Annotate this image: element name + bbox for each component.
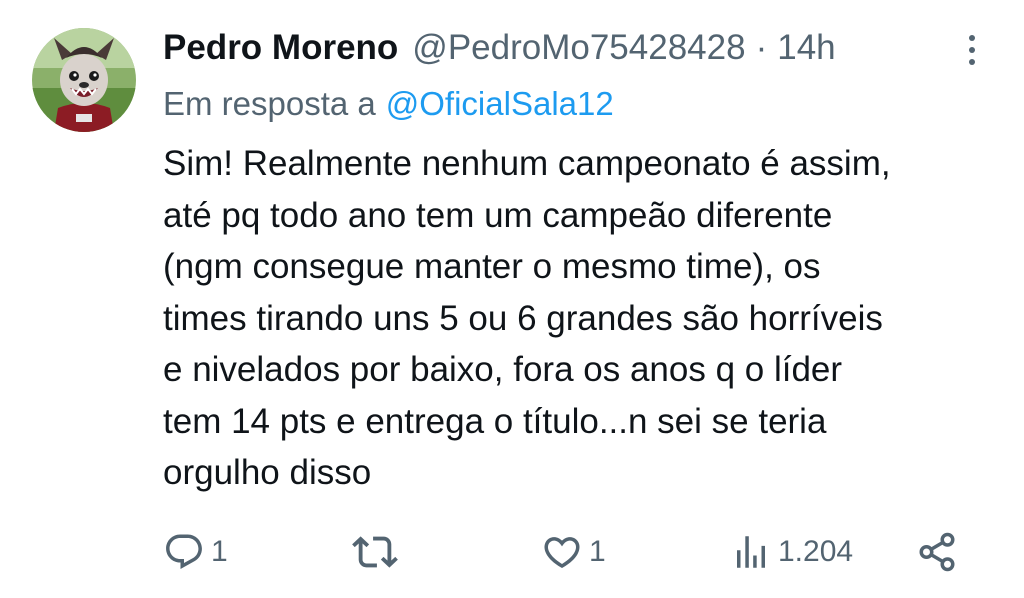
retweet-icon (352, 536, 398, 568)
views-count: 1.204 (778, 535, 854, 568)
timestamp[interactable]: 14h (777, 28, 835, 68)
action-bar: 1 1 1.204 (0, 522, 1024, 582)
tweet-header: Pedro Moreno @PedroMo75428428 · 14h (163, 20, 836, 76)
tweet-text-line: até pq todo ano tem um campeão diferente (163, 195, 833, 235)
tweet-text-line: (ngm consegue manter o mesmo time), os (163, 247, 821, 286)
retweet-button[interactable] (352, 522, 404, 582)
tweet-card[interactable]: Pedro Moreno @PedroMo75428428 · 14h Em r… (0, 0, 1024, 598)
more-options-button[interactable] (958, 30, 986, 70)
reply-icon (166, 534, 202, 569)
header-separator: · (755, 28, 768, 67)
tweet-text-line: Sim! Realmente nenhum campeonato é assim… (163, 144, 891, 183)
share-button[interactable] (916, 522, 958, 582)
like-count: 1 (589, 535, 606, 568)
more-vertical-icon (969, 35, 975, 65)
views-button[interactable]: 1.204 (730, 522, 853, 582)
tweet-text-line: e nivelados por baixo, fora os anos q o … (163, 350, 843, 389)
share-icon (919, 532, 955, 572)
avatar-mascot-icon (32, 28, 136, 132)
tweet-text-line: times tirando uns 5 ou 6 grandes são hor… (163, 298, 883, 338)
tweet-text: Sim! Realmente nenhum campeonato é assim… (163, 138, 1003, 499)
reply-mention-link[interactable]: @OficialSala12 (386, 85, 614, 123)
tweet-text-line: tem 14 pts e entrega o título...n sei se… (163, 401, 827, 441)
author-handle[interactable]: @PedroMo75428428 (412, 28, 745, 68)
reply-button[interactable]: 1 (163, 522, 228, 582)
heart-icon (544, 537, 580, 569)
views-chart-icon (737, 536, 765, 568)
author-name[interactable]: Pedro Moreno (163, 28, 398, 68)
reply-context: Em resposta a @OficialSala12 (163, 80, 614, 128)
tweet-text-line: orgulho disso (163, 453, 372, 492)
reply-prefix: Em resposta a (163, 85, 376, 122)
like-button[interactable]: 1 (541, 522, 606, 582)
reply-count: 1 (211, 535, 228, 568)
avatar[interactable] (32, 28, 136, 132)
